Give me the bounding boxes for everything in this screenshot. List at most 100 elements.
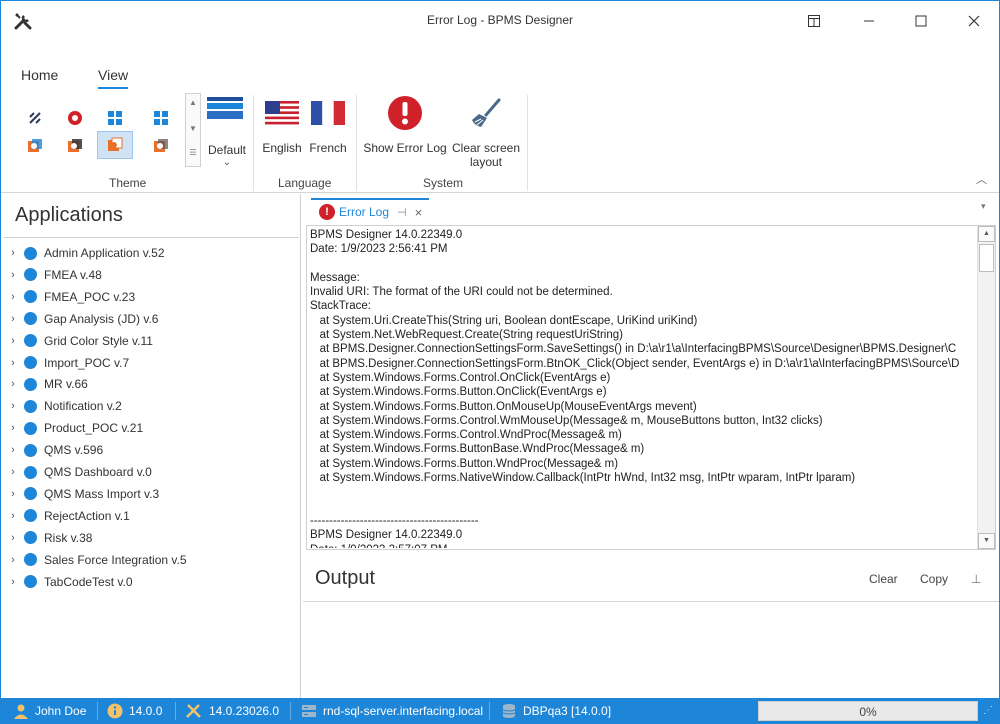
tree-item-label: Admin Application v.52	[44, 246, 165, 260]
tree-item[interactable]: › Sales Force Integration v.5	[4, 549, 294, 571]
english-button[interactable]: English	[259, 95, 305, 155]
scroll-thumb[interactable]	[979, 244, 994, 272]
application-icon	[24, 377, 37, 391]
scroll-up-icon[interactable]: ▲	[978, 226, 995, 242]
theme-item-4[interactable]	[147, 105, 175, 131]
expand-gallery-icon[interactable]: ☰	[186, 148, 200, 157]
status-version-text: 14.0.0	[129, 704, 163, 718]
close-tab-icon[interactable]: ×	[415, 205, 423, 220]
tree-item-label: Gap Analysis (JD) v.6	[44, 311, 159, 326]
tree-item[interactable]: › FMEA v.48	[4, 264, 294, 286]
pin-icon[interactable]: ⊥	[971, 572, 981, 586]
close-icon[interactable]	[951, 7, 997, 35]
theme-gallery-scroll[interactable]: ▲ ▼ ☰	[185, 93, 201, 167]
chevron-right-icon[interactable]: ›	[4, 313, 22, 325]
collapse-ribbon-icon[interactable]: ︿	[976, 171, 987, 187]
output-content[interactable]	[303, 603, 999, 698]
tree-item[interactable]: › RejectAction v.1	[4, 505, 294, 527]
application-icon	[24, 465, 37, 479]
tree-item[interactable]: › FMEA_POC v.23	[4, 286, 294, 308]
tab-error-log-label: Error Log	[339, 205, 390, 219]
status-version: 14.0.0	[107, 698, 162, 724]
tree-item[interactable]: › Product_POC v.21	[4, 417, 294, 439]
chevron-right-icon[interactable]: ›	[4, 400, 22, 412]
status-build: 14.0.23026.0	[185, 698, 279, 724]
title-bar[interactable]: Error Log - BPMS Designer	[1, 1, 999, 41]
output-title: Output	[315, 567, 376, 589]
chevron-right-icon[interactable]: ›	[4, 532, 22, 544]
chevron-right-icon[interactable]: ›	[4, 357, 22, 369]
log-line: Date: 1/9/2023 2:56:41 PM	[310, 243, 448, 256]
layout-icon[interactable]	[791, 7, 837, 35]
application-icon	[24, 421, 37, 435]
tree-item[interactable]: › Notification v.2	[4, 395, 294, 417]
log-line: at System.Windows.Forms.Control.WndProc(…	[310, 429, 622, 442]
group-divider	[527, 95, 528, 191]
chevron-right-icon[interactable]: ›	[4, 247, 22, 259]
theme-item-5[interactable]	[21, 133, 49, 159]
theme-item-6[interactable]	[61, 133, 89, 159]
tab-menu-icon[interactable]: ▾	[981, 201, 986, 212]
chevron-right-icon[interactable]: ›	[4, 466, 22, 478]
tools-icon	[185, 703, 203, 719]
theme-gallery	[9, 93, 185, 169]
maximize-icon[interactable]	[898, 7, 944, 35]
tab-view[interactable]: View	[98, 67, 129, 89]
tab-home[interactable]: Home	[21, 67, 58, 83]
theme-item-3[interactable]	[101, 105, 129, 131]
pin-icon[interactable]: ⊣	[397, 206, 407, 219]
minimize-icon[interactable]	[846, 7, 892, 35]
chevron-right-icon[interactable]: ›	[4, 576, 22, 588]
tree-item[interactable]: › Risk v.38	[4, 527, 294, 549]
theme-item-1[interactable]	[21, 105, 49, 131]
chevron-right-icon[interactable]: ›	[4, 488, 22, 500]
tab-error-log[interactable]: ! Error Log ⊣ ×	[311, 198, 429, 224]
tree-item[interactable]: › QMS Dashboard v.0	[4, 461, 294, 483]
status-database: DBPqa3 [14.0.0]	[501, 698, 611, 724]
error-log-textarea[interactable]: BPMS Designer 14.0.22349.0 Date: 1/9/2023…	[306, 225, 996, 550]
scroll-up-icon[interactable]: ▲	[186, 98, 200, 107]
vertical-scrollbar[interactable]: ▲ ▼	[977, 226, 995, 549]
default-theme-button[interactable]: Default ⌄	[205, 95, 246, 168]
tree-item[interactable]: › MR v.66	[4, 373, 294, 395]
status-divider	[489, 702, 490, 720]
us-flag-icon	[265, 101, 299, 125]
resize-grip-icon[interactable]: ⋰	[983, 705, 993, 716]
theme-item-2[interactable]	[61, 105, 89, 131]
show-error-log-button[interactable]: Show Error Log	[363, 95, 447, 155]
chevron-right-icon[interactable]: ›	[4, 378, 22, 390]
status-user: John Doe	[13, 698, 86, 724]
tree-item[interactable]: › Grid Color Style v.11	[4, 330, 294, 352]
chevron-right-icon[interactable]: ›	[4, 422, 22, 434]
progress-bar: 0%	[758, 701, 978, 721]
tree-item[interactable]: › Admin Application v.52	[4, 242, 294, 264]
chevron-right-icon[interactable]: ›	[4, 444, 22, 456]
application-icon	[24, 268, 37, 282]
chevron-right-icon[interactable]: ›	[4, 510, 22, 522]
scroll-down-icon[interactable]: ▼	[186, 124, 200, 133]
french-button[interactable]: French	[306, 95, 350, 155]
chevron-right-icon[interactable]: ›	[4, 269, 22, 281]
chevron-down-icon: ⌄	[222, 157, 232, 168]
tree-item[interactable]: › QMS v.596	[4, 439, 294, 461]
tree-item[interactable]: › Import_POC v.7	[4, 352, 294, 374]
log-line: at System.Windows.Forms.Control.OnClick(…	[310, 371, 611, 384]
chevron-right-icon[interactable]: ›	[4, 335, 22, 347]
chevron-right-icon[interactable]: ›	[4, 554, 22, 566]
clear-screen-layout-button[interactable]: Clear screen layout	[451, 95, 521, 169]
theme-item-7-selected[interactable]	[97, 131, 133, 159]
copy-output-button[interactable]: Copy	[920, 572, 948, 586]
tree-item-label: Product_POC v.21	[44, 421, 144, 436]
tree-item[interactable]: › TabCodeTest v.0	[4, 571, 294, 593]
tree-item[interactable]: › QMS Mass Import v.3	[4, 483, 294, 505]
scroll-down-icon[interactable]: ▼	[978, 533, 995, 549]
error-log-text[interactable]: BPMS Designer 14.0.22349.0 Date: 1/9/2023…	[310, 228, 978, 548]
tree-item[interactable]: › Gap Analysis (JD) v.6	[4, 308, 294, 330]
clear-output-button[interactable]: Clear	[869, 572, 898, 586]
clear-screen-label-line2: layout	[469, 155, 503, 169]
log-line: at System.Windows.Forms.Control.WmMouseU…	[310, 414, 823, 427]
theme-item-8[interactable]	[147, 133, 175, 159]
application-icon	[24, 246, 37, 260]
log-line: at BPMS.Designer.ConnectionSettingsForm.…	[310, 357, 960, 370]
chevron-right-icon[interactable]: ›	[4, 291, 22, 303]
